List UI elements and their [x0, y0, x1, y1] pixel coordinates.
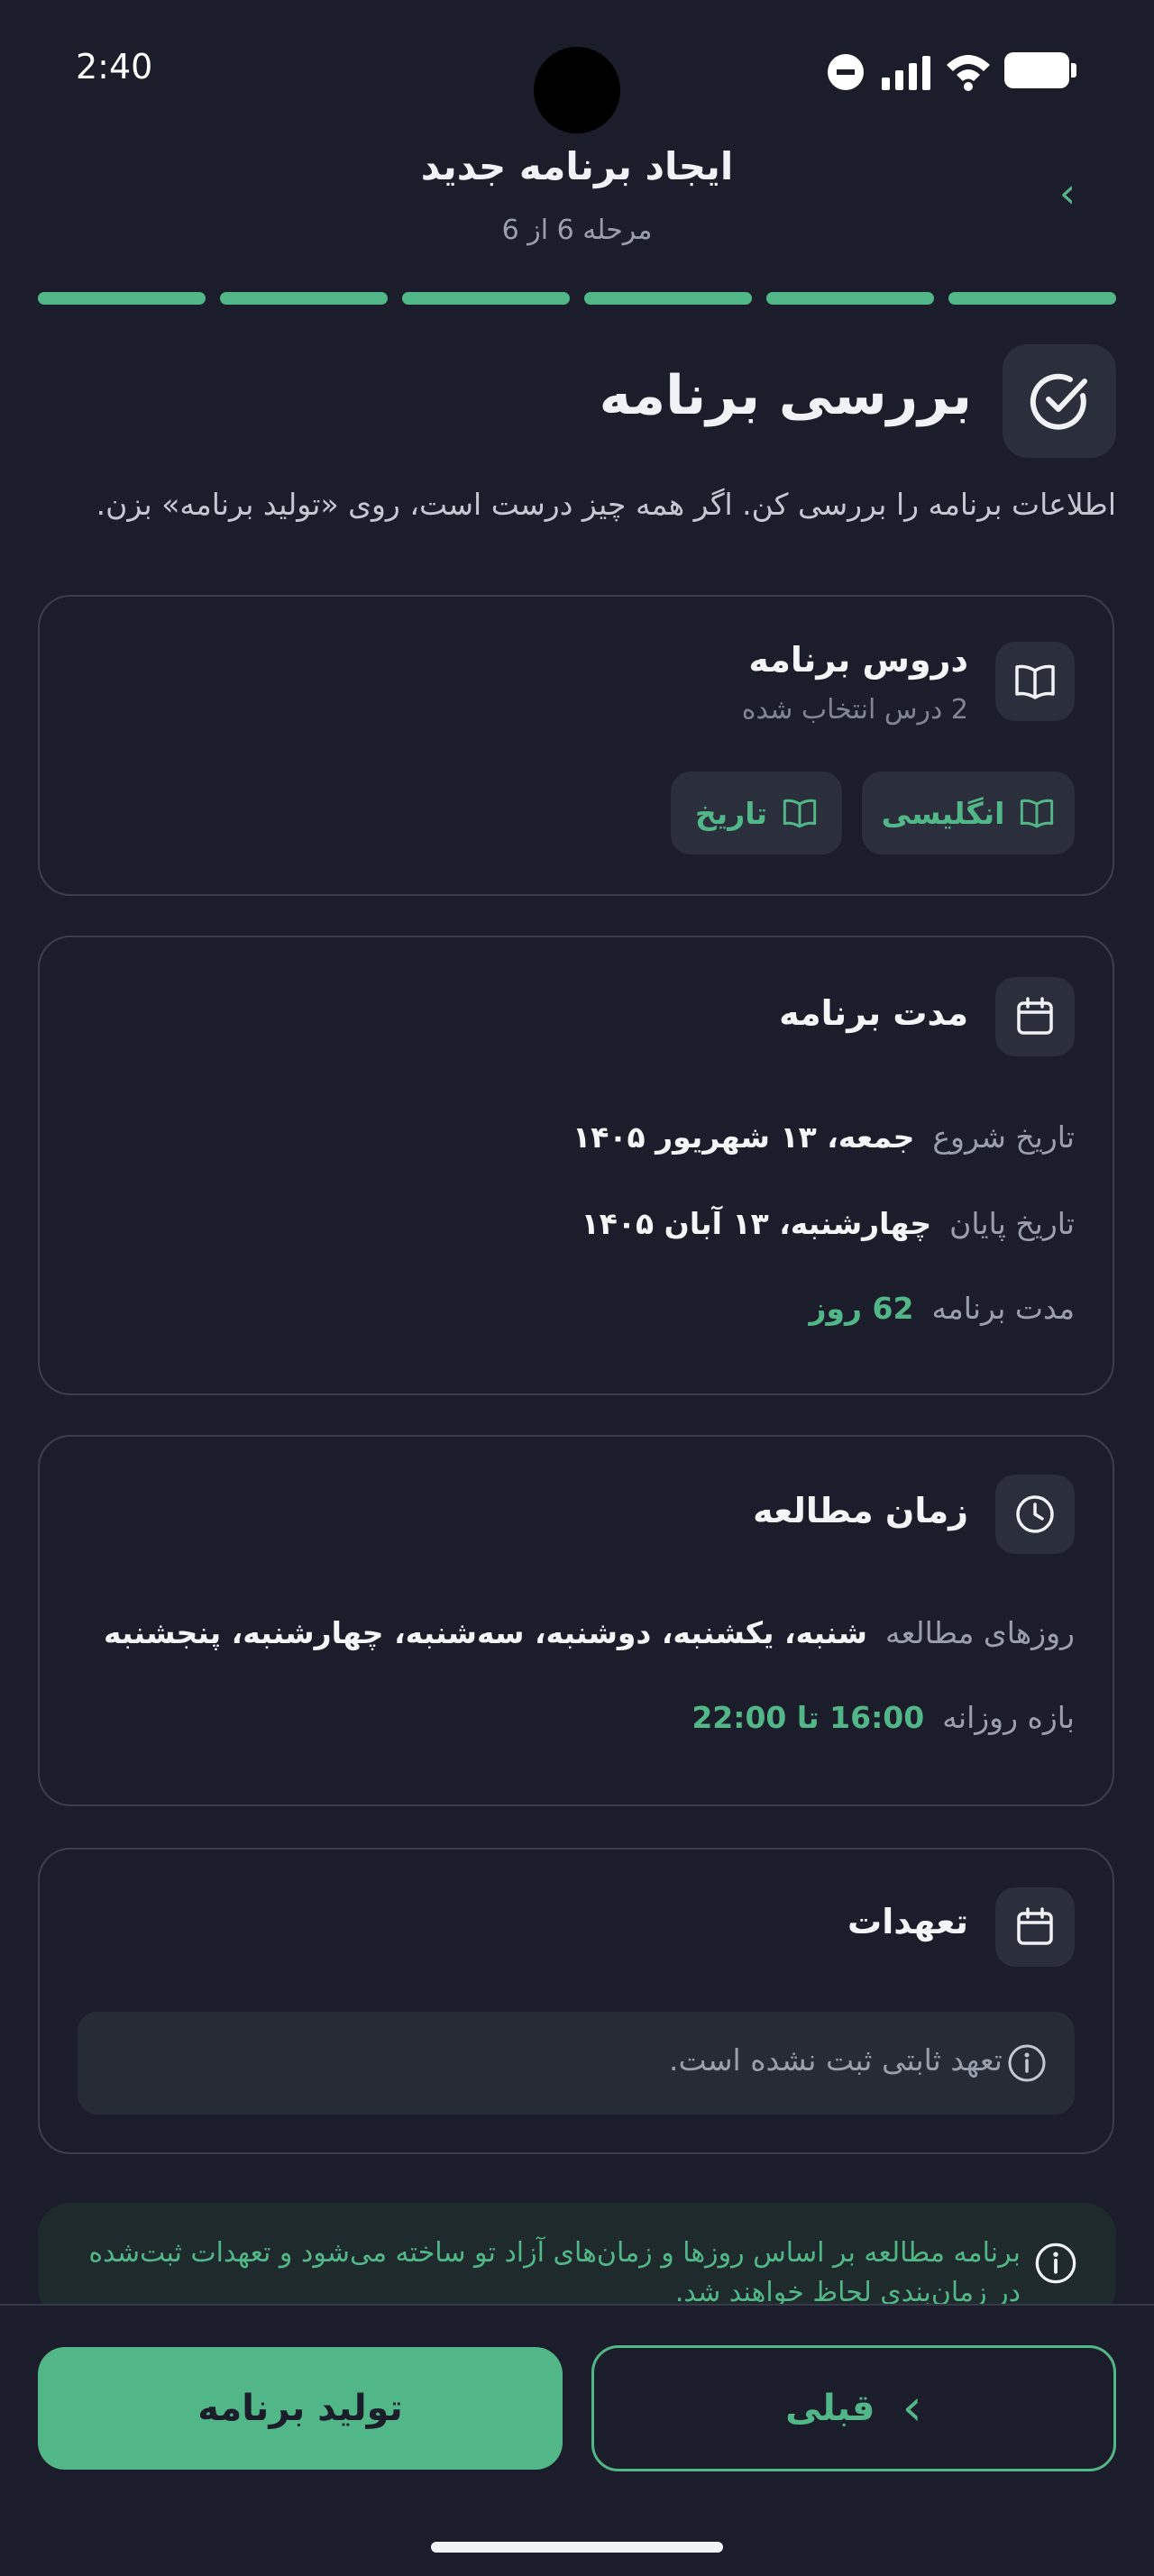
lesson-chip-label: تاریخ [695, 795, 767, 831]
duration-icon-box [995, 977, 1075, 1056]
wifi-icon [947, 55, 990, 91]
book-open-icon [1015, 664, 1055, 699]
info-icon [1008, 2044, 1046, 2082]
study-time-card-title: زمان مطالعه [753, 1491, 968, 1530]
info-note: برنامه مطالعه بر اساس روزها و زمان‌های آ… [38, 2203, 1116, 2320]
duration-card: مدت برنامه تاریخ شروع جمعه، ۱۳ شهریور ۱۴… [38, 936, 1114, 1395]
start-date-row: تاریخ شروع جمعه، ۱۳ شهریور ۱۴۰۵ [572, 1119, 1075, 1155]
review-description: اطلاعات برنامه را بررسی کن. اگر همه چیز … [96, 487, 1116, 522]
lesson-chip-history[interactable]: تاریخ [671, 772, 842, 854]
no-commitments-text: تعهد ثابتی ثبت نشده است. [669, 2042, 1003, 2078]
program-length-value: 62 روز [809, 1291, 914, 1326]
study-time-card: زمان مطالعه روزهای مطالعه شنبه، یکشنبه، … [38, 1435, 1114, 1806]
home-indicator [431, 2542, 723, 2553]
footer-bar: تولید برنامه › قبلی [0, 2304, 1154, 2576]
progress-segment [766, 292, 934, 305]
generate-plan-label: تولید برنامه [197, 2388, 403, 2429]
review-icon-box [1003, 344, 1116, 458]
progress-segment [220, 292, 388, 305]
end-date-row: تاریخ پایان چهارشنبه، ۱۳ آبان ۱۴۰۵ [582, 1206, 1075, 1241]
status-time: 2:40 [76, 47, 153, 87]
program-length-row: مدت برنامه 62 روز [810, 1291, 1076, 1326]
back-chevron-button[interactable]: ‹ [1046, 164, 1089, 222]
lessons-card-title: دروس برنامه [748, 640, 968, 680]
progress-segment [948, 292, 1116, 305]
start-date-value: جمعه، ۱۳ شهریور ۱۴۰۵ [572, 1119, 915, 1155]
generate-plan-button[interactable]: تولید برنامه [38, 2347, 563, 2470]
status-bar: 2:40 [0, 0, 1154, 135]
progress-segment [402, 292, 570, 305]
check-circle-icon [1030, 373, 1087, 430]
book-open-icon [783, 799, 817, 828]
battery-icon [1004, 52, 1076, 88]
study-time-icon-box [995, 1475, 1075, 1554]
commitments-icon-box [995, 1887, 1075, 1967]
daily-range-value: 16:00 تا 22:00 [691, 1700, 925, 1735]
book-open-icon [1021, 799, 1054, 828]
commitments-card-title: تعهدات [847, 1902, 968, 1941]
lessons-card: دروس برنامه 2 درس انتخاب شده انگلیسی تار… [38, 595, 1114, 896]
calendar-icon [1017, 1907, 1053, 1945]
duration-card-title: مدت برنامه [779, 993, 968, 1033]
start-date-label: تاریخ شروع [932, 1119, 1075, 1155]
program-length-label: مدت برنامه [931, 1291, 1075, 1326]
signal-icon [882, 54, 932, 90]
page-title: ایجاد برنامه جدید [420, 144, 734, 188]
lesson-chip-english[interactable]: انگلیسی [862, 772, 1075, 854]
step-indicator: مرحله 6 از 6 [501, 215, 653, 246]
previous-button[interactable]: › قبلی [591, 2345, 1116, 2471]
lessons-icon-box [995, 642, 1075, 721]
dnd-icon [828, 54, 864, 90]
info-icon [1035, 2243, 1076, 2284]
no-commitments-box: تعهد ثابتی ثبت نشده است. [78, 2012, 1075, 2115]
info-note-line1: برنامه مطالعه بر اساس روزها و زمان‌های آ… [88, 2237, 1021, 2269]
commitments-card: تعهدات تعهد ثابتی ثبت نشده است. [38, 1848, 1114, 2154]
daily-range-row: بازه روزانه 16:00 تا 22:00 [691, 1700, 1075, 1735]
progress-segment [38, 292, 206, 305]
study-days-value: شنبه، یکشنبه، دوشنبه، سه‌شنبه، چهارشنبه،… [104, 1615, 867, 1650]
daily-range-label: بازه روزانه [942, 1700, 1075, 1735]
chevron-right-icon: › [902, 2379, 922, 2437]
calendar-icon [1017, 997, 1053, 1035]
clock-icon [1016, 1495, 1054, 1533]
review-title: بررسی برنامه [599, 364, 972, 427]
study-days-row: روزهای مطالعه شنبه، یکشنبه، دوشنبه، سه‌ش… [104, 1615, 1075, 1650]
progress-segment [584, 292, 752, 305]
lessons-card-subtitle: 2 درس انتخاب شده [741, 694, 968, 726]
end-date-label: تاریخ پایان [949, 1206, 1075, 1241]
camera-cutout [534, 47, 620, 133]
lesson-chip-label: انگلیسی [881, 795, 1005, 831]
previous-label: قبلی [785, 2388, 875, 2429]
end-date-value: چهارشنبه، ۱۳ آبان ۱۴۰۵ [581, 1206, 932, 1241]
study-days-label: روزهای مطالعه [884, 1615, 1075, 1650]
